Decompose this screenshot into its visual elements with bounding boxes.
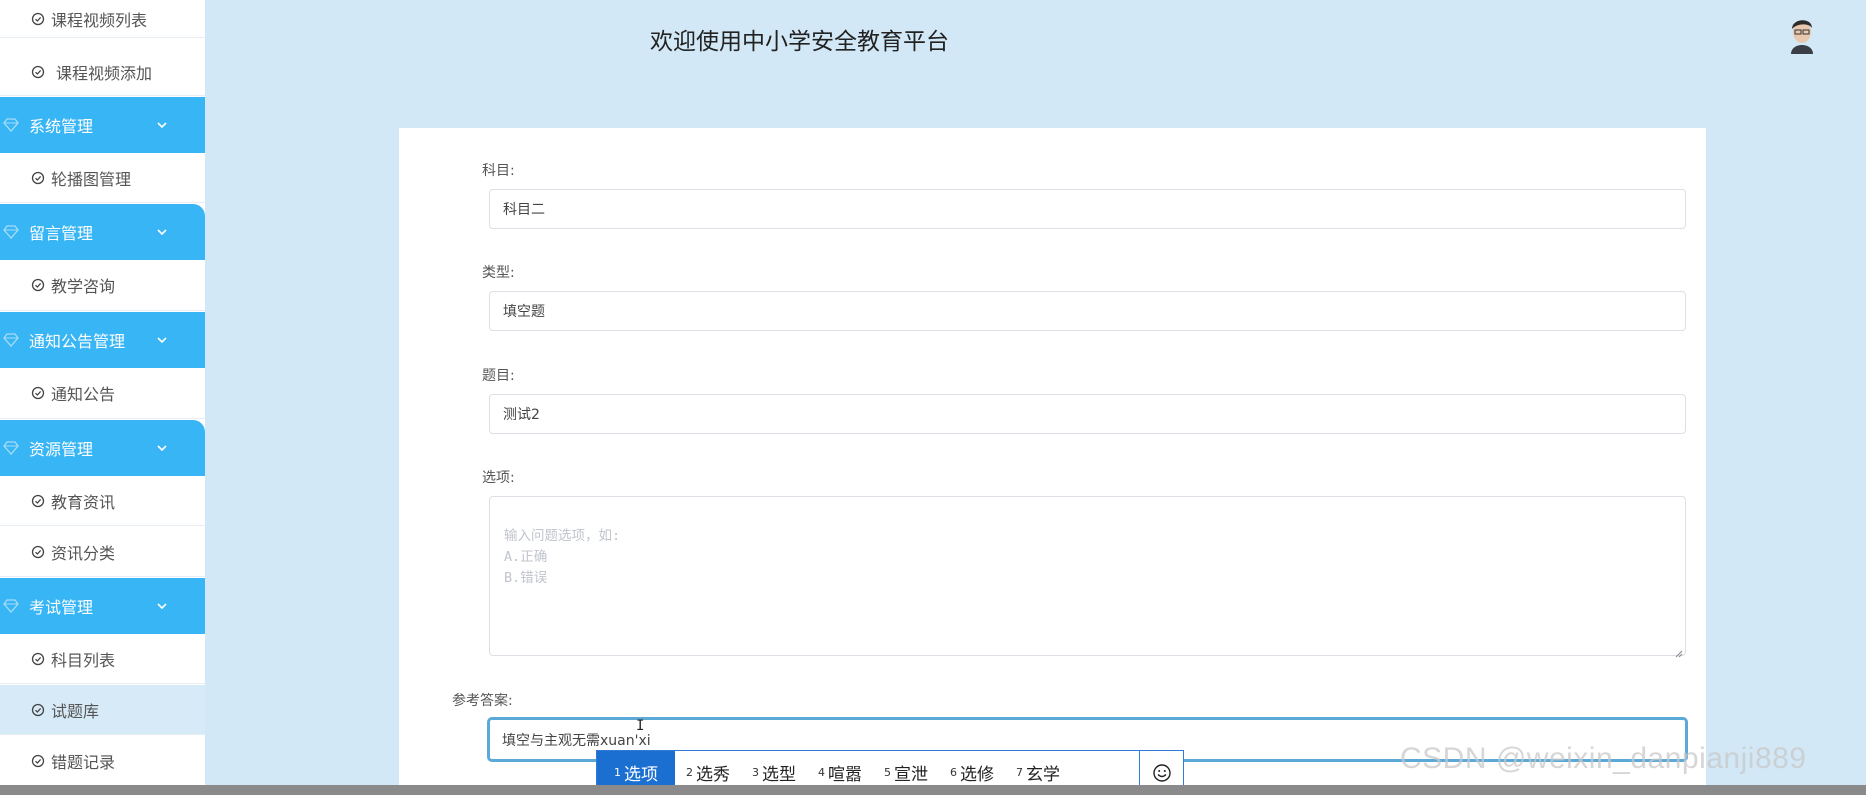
question-field[interactable]: 测试2 [489, 394, 1686, 434]
check-circle-icon [31, 545, 45, 559]
check-circle-icon [31, 171, 45, 185]
chevron-down-icon [155, 225, 169, 239]
options-label: 选项: [482, 470, 515, 486]
chevron-down-icon [155, 118, 169, 132]
sidebar-group-label: 通知公告管理 [29, 332, 126, 351]
sidebar-item-course-video-list[interactable]: 课程视频列表 [0, 0, 205, 38]
sidebar-group-exams[interactable]: 考试管理 [0, 578, 205, 634]
sidebar-group-messages[interactable]: 留言管理 [0, 204, 205, 260]
sidebar-item-subject-list[interactable]: 科目列表 [0, 634, 205, 684]
answer-label: 参考答案: [452, 693, 513, 709]
diamond-icon [2, 223, 20, 241]
sidebar-group-system[interactable]: 系统管理 [0, 97, 205, 153]
sidebar-item-label: 课程视频添加 [56, 63, 153, 83]
diamond-icon [2, 116, 20, 134]
options-textarea[interactable]: 输入问题选项，如: A.正确 B.错误 [489, 496, 1686, 658]
page-title: 欢迎使用中小学安全教育平台 [650, 29, 949, 55]
type-field[interactable]: 填空题 [489, 291, 1686, 331]
diamond-icon [2, 597, 20, 615]
check-circle-icon [31, 386, 45, 400]
check-circle-icon [31, 12, 45, 26]
sidebar-item-label: 教育资讯 [51, 492, 116, 512]
avatar[interactable] [1783, 12, 1821, 54]
diamond-icon [2, 331, 20, 349]
sidebar: 课程视频列表 课程视频添加 系统管理 轮播图管理 留言管理 教学咨询 通知公告管… [0, 0, 205, 795]
check-circle-icon [31, 494, 45, 508]
check-circle-icon [31, 703, 45, 717]
resize-grip-icon[interactable] [1674, 644, 1683, 658]
sidebar-item-wrong-records[interactable]: 错题记录 [0, 736, 205, 786]
sidebar-item-carousel[interactable]: 轮播图管理 [0, 153, 205, 203]
sidebar-item-label: 课程视频列表 [51, 10, 148, 30]
sidebar-group-label: 系统管理 [29, 117, 94, 136]
options-placeholder: 输入问题选项，如: A.正确 B.错误 [504, 528, 621, 586]
sidebar-item-question-bank[interactable]: 试题库 [0, 685, 205, 735]
sidebar-item-label: 错题记录 [51, 752, 116, 772]
sidebar-group-resources[interactable]: 资源管理 [0, 420, 205, 476]
sidebar-item-label: 科目列表 [51, 650, 116, 670]
sidebar-item-news-category[interactable]: 资讯分类 [0, 527, 205, 577]
chevron-down-icon [155, 441, 169, 455]
sidebar-item-notice[interactable]: 通知公告 [0, 368, 205, 419]
subject-field[interactable]: 科目二 [489, 189, 1686, 229]
sidebar-item-label: 教学咨询 [51, 277, 116, 296]
taskbar-strip [0, 785, 1866, 795]
subject-label: 科目: [482, 163, 515, 179]
diamond-icon [2, 439, 20, 457]
sidebar-item-label: 试题库 [51, 701, 100, 721]
sidebar-item-edu-news[interactable]: 教育资讯 [0, 476, 205, 526]
sidebar-group-notices[interactable]: 通知公告管理 [0, 312, 205, 368]
check-circle-icon [31, 652, 45, 666]
sidebar-item-label: 通知公告 [51, 385, 116, 404]
check-circle-icon [31, 278, 45, 292]
chevron-down-icon [155, 333, 169, 347]
sidebar-item-course-video-add[interactable]: 课程视频添加 [0, 48, 205, 96]
question-label: 题目: [482, 368, 515, 384]
sidebar-item-teaching-consult[interactable]: 教学咨询 [0, 260, 205, 311]
sidebar-group-label: 考试管理 [29, 598, 94, 617]
check-circle-icon [31, 65, 45, 79]
sidebar-group-label: 留言管理 [29, 224, 94, 243]
sidebar-item-label: 轮播图管理 [51, 169, 132, 189]
check-circle-icon [31, 754, 45, 768]
sidebar-group-label: 资源管理 [29, 440, 94, 459]
chevron-down-icon [155, 599, 169, 613]
sidebar-item-label: 资讯分类 [51, 543, 116, 563]
text-cursor-icon: I [636, 718, 645, 734]
watermark: CSDN @weixin_danpianji889 [1400, 742, 1807, 775]
type-label: 类型: [482, 265, 515, 281]
